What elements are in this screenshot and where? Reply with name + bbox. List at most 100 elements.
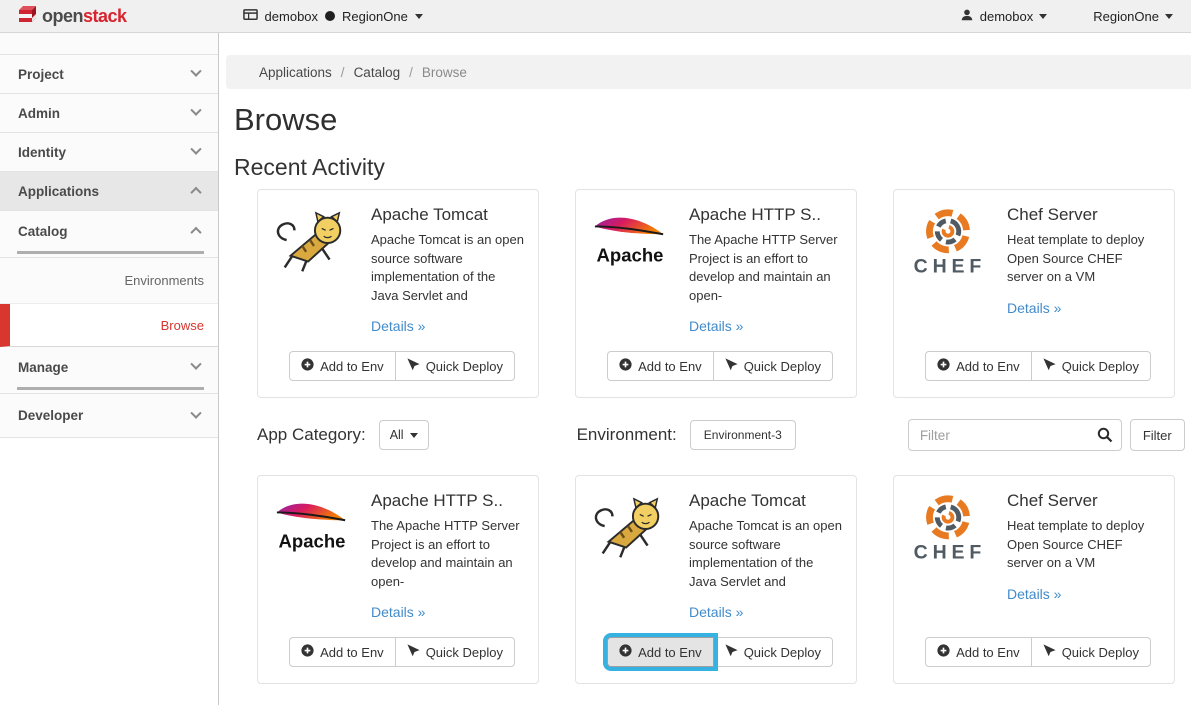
filter-input-wrap — [908, 419, 1122, 451]
quick-deploy-button[interactable]: Quick Deploy — [395, 351, 515, 381]
add-to-env-label: Add to Env — [956, 359, 1020, 374]
chef-logo: CHEF — [908, 204, 988, 284]
paper-plane-icon — [725, 644, 738, 660]
app-category-dropdown[interactable]: All — [379, 420, 429, 450]
page-title: Browse — [234, 102, 1191, 138]
user-menu[interactable]: demobox — [960, 8, 1047, 25]
context-region: RegionOne — [342, 9, 408, 24]
quick-deploy-button[interactable]: Quick Deploy — [713, 351, 833, 381]
app-name: Apache Tomcat — [371, 205, 524, 225]
catalog-cards: Apache Apache HTTP S.. The Apache HTTP S… — [257, 475, 1191, 684]
app-category-label: App Category: — [257, 425, 366, 445]
card-actions: Add to Env Quick Deploy — [925, 351, 1151, 381]
environment-label: Environment: — [577, 425, 677, 445]
quick-deploy-button[interactable]: Quick Deploy — [1031, 351, 1151, 381]
main-content: Applications / Catalog / Browse Browse R… — [219, 33, 1191, 705]
quick-deploy-button[interactable]: Quick Deploy — [1031, 637, 1151, 667]
quick-deploy-label: Quick Deploy — [1062, 359, 1139, 374]
sidebar-item-applications[interactable]: Applications — [0, 172, 218, 211]
sidebar-item-label: Manage — [18, 360, 68, 375]
details-link[interactable]: Details » — [1007, 300, 1061, 316]
caret-down-icon — [415, 14, 423, 19]
sidebar-item-label: Catalog — [18, 224, 68, 239]
sidebar-item-label: Environments — [125, 273, 204, 288]
breadcrumb-catalog[interactable]: Catalog — [354, 65, 401, 80]
add-to-env-button-highlighted[interactable]: Add to Env — [607, 637, 714, 667]
plus-circle-icon — [619, 644, 632, 660]
add-to-env-button[interactable]: Add to Env — [289, 637, 396, 667]
details-link[interactable]: Details » — [689, 604, 743, 620]
add-to-env-label: Add to Env — [638, 359, 702, 374]
quick-deploy-button[interactable]: Quick Deploy — [395, 637, 515, 667]
add-to-env-label: Add to Env — [320, 359, 384, 374]
add-to-env-button[interactable]: Add to Env — [925, 637, 1032, 667]
details-link[interactable]: Details » — [371, 318, 425, 334]
add-to-env-button[interactable]: Add to Env — [925, 351, 1032, 381]
user-menu-label: demobox — [980, 9, 1033, 24]
chevron-down-icon — [190, 359, 201, 370]
sidebar-item-label: Identity — [18, 145, 66, 160]
add-to-env-button[interactable]: Add to Env — [607, 351, 714, 381]
details-link[interactable]: Details » — [689, 318, 743, 334]
environment-button[interactable]: Environment-3 — [690, 420, 796, 450]
openstack-logo[interactable]: openstack — [16, 4, 127, 29]
sidebar-item-identity[interactable]: Identity — [0, 133, 218, 172]
filter-button[interactable]: Filter — [1130, 419, 1185, 451]
breadcrumb-applications[interactable]: Applications — [259, 65, 332, 80]
sidebar-item-manage-row[interactable]: Manage — [0, 347, 218, 387]
navbar-right: demobox RegionOne — [960, 8, 1173, 25]
app-description: Apache Tomcat is an open source software… — [371, 231, 524, 305]
sidebar-item-catalog-row[interactable]: Catalog — [0, 211, 218, 251]
app-name: Apache Tomcat — [689, 491, 842, 511]
app-description: Apache Tomcat is an open source software… — [689, 517, 842, 591]
quick-deploy-label: Quick Deploy — [744, 645, 821, 660]
context-switcher[interactable]: demobox RegionOne — [243, 7, 423, 25]
add-to-env-label: Add to Env — [320, 645, 384, 660]
details-link[interactable]: Details » — [1007, 586, 1061, 602]
sidebar-item-environments[interactable]: Environments — [0, 258, 218, 304]
filter-input[interactable] — [908, 419, 1122, 451]
svg-text:Apache: Apache — [597, 245, 664, 266]
sidebar: Project Admin Identity Applications Cata… — [0, 33, 219, 705]
card-actions: Add to Env Quick Deploy — [925, 637, 1151, 667]
app-name: Chef Server — [1007, 205, 1160, 225]
app-card-apache-tomcat: Apache Tomcat Apache Tomcat is an open s… — [257, 189, 539, 398]
sidebar-item-developer[interactable]: Developer — [0, 394, 218, 438]
quick-deploy-label: Quick Deploy — [1062, 645, 1139, 660]
app-description: The Apache HTTP Server Project is an eff… — [371, 517, 524, 591]
context-project: demobox — [265, 9, 318, 24]
details-link[interactable]: Details » — [371, 604, 425, 620]
region-menu[interactable]: RegionOne — [1093, 9, 1173, 24]
sidebar-item-project[interactable]: Project — [0, 55, 218, 94]
apache-logo: Apache — [272, 490, 352, 570]
app-description: Heat template to deploy Open Source CHEF… — [1007, 231, 1160, 287]
recent-activity-heading: Recent Activity — [234, 154, 1191, 181]
app-card-apache-http: Apache Apache HTTP S.. The Apache HTTP S… — [575, 189, 857, 398]
chevron-up-icon — [190, 187, 201, 198]
plus-circle-icon — [937, 358, 950, 374]
sidebar-item-label: Admin — [18, 106, 60, 121]
chevron-down-icon — [190, 407, 201, 418]
breadcrumb: Applications / Catalog / Browse — [226, 55, 1191, 89]
svg-text:CHEF: CHEF — [914, 255, 987, 277]
sidebar-item-label: Developer — [18, 408, 83, 423]
card-actions: Add to Env Quick Deploy — [607, 351, 833, 381]
add-to-env-label: Add to Env — [956, 645, 1020, 660]
quick-deploy-button[interactable]: Quick Deploy — [713, 637, 833, 667]
user-icon — [960, 8, 974, 25]
sidebar-item-catalog[interactable]: Catalog — [0, 211, 218, 258]
quick-deploy-label: Quick Deploy — [744, 359, 821, 374]
sidebar-item-label: Applications — [18, 184, 99, 199]
sidebar-item-admin[interactable]: Admin — [0, 94, 218, 133]
sidebar-item-label: Project — [18, 67, 64, 82]
caret-down-icon — [410, 433, 418, 438]
app-name: Apache HTTP S.. — [689, 205, 842, 225]
sidebar-item-manage[interactable]: Manage — [0, 347, 218, 394]
add-to-env-button[interactable]: Add to Env — [289, 351, 396, 381]
paper-plane-icon — [725, 358, 738, 374]
dot-separator-icon — [325, 11, 335, 21]
plus-circle-icon — [619, 358, 632, 374]
paper-plane-icon — [407, 358, 420, 374]
tomcat-logo — [590, 490, 670, 570]
sidebar-item-browse[interactable]: Browse — [0, 304, 218, 347]
